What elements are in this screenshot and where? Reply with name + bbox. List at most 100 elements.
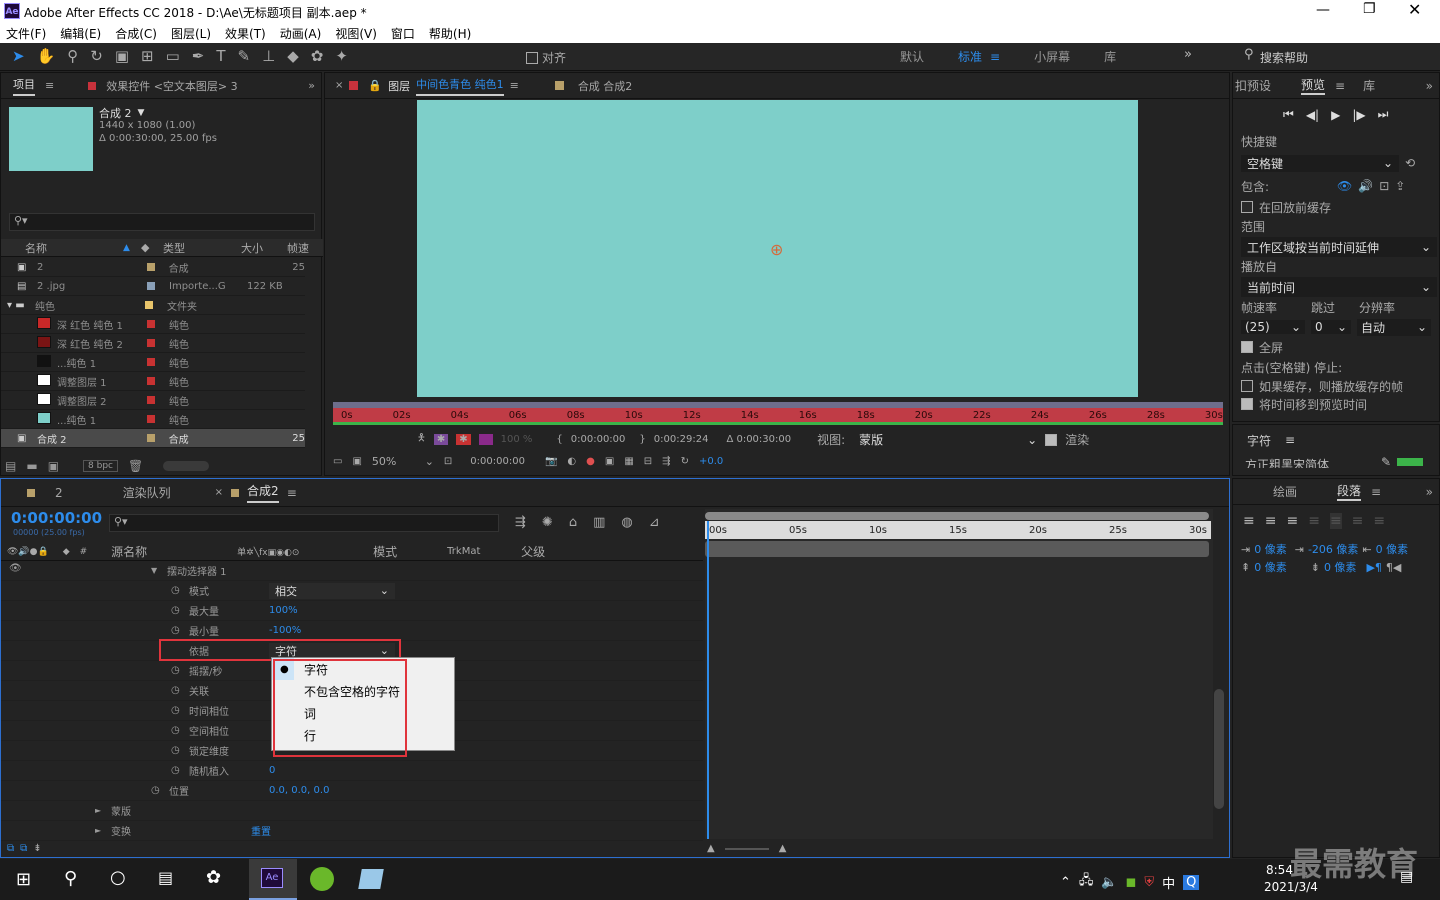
cortana-icon[interactable]: ○ [110,867,126,888]
col-trkmat[interactable]: TrkMat [447,546,521,557]
eyedropper-icon[interactable]: ✎ [1381,455,1391,469]
close-button[interactable]: ✕ [1408,0,1421,19]
exposure-value[interactable]: +0.0 [699,456,723,467]
project-row[interactable]: ...纯色 1 纯色 [1,353,305,372]
draft-3d-icon[interactable]: ✺ [542,515,553,530]
chevron-down-icon[interactable]: ▼ [138,108,145,118]
last-frame-icon[interactable]: ⏭ [1378,107,1389,122]
eraser-tool-icon[interactable]: ◆ [287,47,299,65]
roto-brush-tool-icon[interactable]: ✿ [311,47,324,65]
graph-editor-icon[interactable]: ⊿ [649,515,660,530]
playhead[interactable] [707,521,709,839]
twirl-icon[interactable]: ► [95,806,111,815]
project-row[interactable]: 调整图层 2 纯色 [1,391,305,410]
timeline-timecode[interactable]: 0:00:00:00 [11,509,102,527]
include-overlay-icon[interactable]: ⊡ [1379,179,1389,193]
label-swatch[interactable] [147,396,155,404]
nvidia-icon[interactable]: ◼ [1126,875,1137,890]
color-chip[interactable] [478,434,493,445]
col-size-header[interactable]: 大小 [241,240,287,256]
selection-tool-icon[interactable]: ➤ [12,47,25,65]
network-icon[interactable]: 🖧 [1079,871,1094,893]
label-swatch[interactable] [147,377,155,385]
tab-comp-2[interactable]: 2 [55,486,63,500]
stopwatch-icon[interactable]: ◷ [151,785,169,796]
timeline-search-input[interactable]: ⚲▾ [109,514,499,532]
fill-color-swatch[interactable] [1397,458,1424,466]
timeline-property-row[interactable]: ◷ 最小量 -100% [1,621,703,641]
thumbnail-slider[interactable] [163,461,210,471]
next-frame-icon[interactable]: |▶ [1352,108,1365,122]
project-row[interactable]: ...纯色 1 纯色 [1,410,305,429]
label-swatch[interactable] [146,434,155,442]
puppet-icon[interactable]: 🯅 [417,431,426,448]
menu-item-4[interactable]: 效果(T) [225,25,266,42]
panel-menu-icon[interactable]: ≡ [1285,433,1295,447]
transparency-icon[interactable]: ▦ [624,456,633,467]
label-swatch[interactable] [147,320,155,328]
project-row[interactable]: ▣ 合成 2 合成 25 [1,429,305,448]
play-icon[interactable]: ▶ [1331,108,1340,122]
col-name-header[interactable]: 名称 [25,240,123,256]
resolution-select[interactable]: 自动 ⌄ [1357,318,1431,336]
stopwatch-icon[interactable]: ◷ [171,725,189,736]
timeline-property-row[interactable]: ◷ 位置 0.0, 0.0, 0.0 [1,781,703,801]
snap-checkbox[interactable] [526,51,538,64]
frame-blending-icon[interactable]: ▥ [593,515,605,530]
brush-tool-icon[interactable]: ✎ [238,47,251,65]
tab-paragraph[interactable]: 段落 [1337,482,1362,501]
overflow-icon[interactable]: » [1426,79,1433,93]
timeline-property-row[interactable]: ► 蒙版 [1,801,703,821]
stopwatch-icon[interactable]: ◷ [171,665,189,676]
menu-item-2[interactable]: 合成(C) [115,25,157,42]
project-search-input[interactable]: ⚲▾ [9,213,315,231]
label-swatch[interactable] [146,263,155,271]
panel-menu-icon[interactable]: ≡ [287,486,297,500]
shortcut-select[interactable]: 空格键 ⌄ [1241,154,1399,172]
align-left-icon[interactable]: ≡ [1243,513,1255,529]
timeline-property-row[interactable]: ◷ 随机植入 0 [1,761,703,781]
show-snapshot-icon[interactable]: ◐ [567,456,576,467]
property-dropdown[interactable]: 相交 ⌄ [269,582,395,599]
justify-left-icon[interactable]: ≡ [1308,513,1320,529]
close-tab-icon[interactable]: × [335,80,343,91]
panel-menu-icon[interactable]: ≡ [45,79,54,92]
shy-layers-icon[interactable]: ⌂ [569,515,577,530]
property-value[interactable]: 0.0, 0.0, 0.0 [269,785,329,796]
in-time[interactable]: 0:00:00:00 [571,434,626,445]
property-value[interactable]: 100% [269,605,298,616]
hand-tool-icon[interactable]: ✋ [37,47,56,65]
tab-layer-label[interactable]: 图层 [388,78,410,94]
fit-icon[interactable]: ⊡ [444,456,452,467]
flowchart-icon[interactable]: ⇶ [662,456,670,467]
chevron-up-icon[interactable]: ⌃ [1060,875,1071,890]
skip-select[interactable]: 0 ⌄ [1311,320,1351,334]
shield-icon[interactable]: ⛨ [1144,875,1154,890]
panel-menu-icon[interactable]: ≡ [1335,79,1345,93]
indent-right-value[interactable]: 0 像素 [1376,541,1409,557]
always-preview-icon[interactable]: ▭ [333,456,342,467]
layer-canvas[interactable]: ⊕ [417,100,1138,397]
space-before-value[interactable]: 0 像素 [1254,559,1287,575]
reset-exposure-icon[interactable]: ↻ [681,456,689,467]
anchor-point-icon[interactable]: ⊕ [770,240,783,259]
tab-presets[interactable]: 扣预设 [1235,77,1271,94]
col-source-name[interactable]: 源名称 [111,543,237,560]
label-swatch[interactable] [147,339,155,347]
if-cache-checkbox[interactable] [1241,380,1253,392]
menu-item-5[interactable]: 动画(A) [280,25,322,42]
workspace-2[interactable]: 小屏幕 [1034,48,1070,65]
play-from-select[interactable]: 当前时间 ⌄ [1241,277,1437,297]
in-point-icon[interactable]: { [556,434,562,445]
menu-item-1[interactable]: 编辑(E) [60,25,101,42]
out-time[interactable]: 0:00:29:24 [654,434,709,445]
timeline-property-row[interactable]: ◷ 模式 相交 ⌄ [1,581,703,601]
include-audio-icon[interactable]: 🔊 [1358,179,1373,193]
indent-left-value[interactable]: 0 像素 [1254,541,1287,557]
panel-menu-icon[interactable]: ≡ [510,79,519,92]
zoom-tool-icon[interactable]: ⚲ [67,47,78,65]
col-parent[interactable]: 父级 [521,543,545,560]
qq-icon[interactable]: Q [1183,874,1200,890]
toggle-modes-icon[interactable]: ⧉ [20,843,27,854]
scrollbar[interactable] [1214,689,1224,809]
